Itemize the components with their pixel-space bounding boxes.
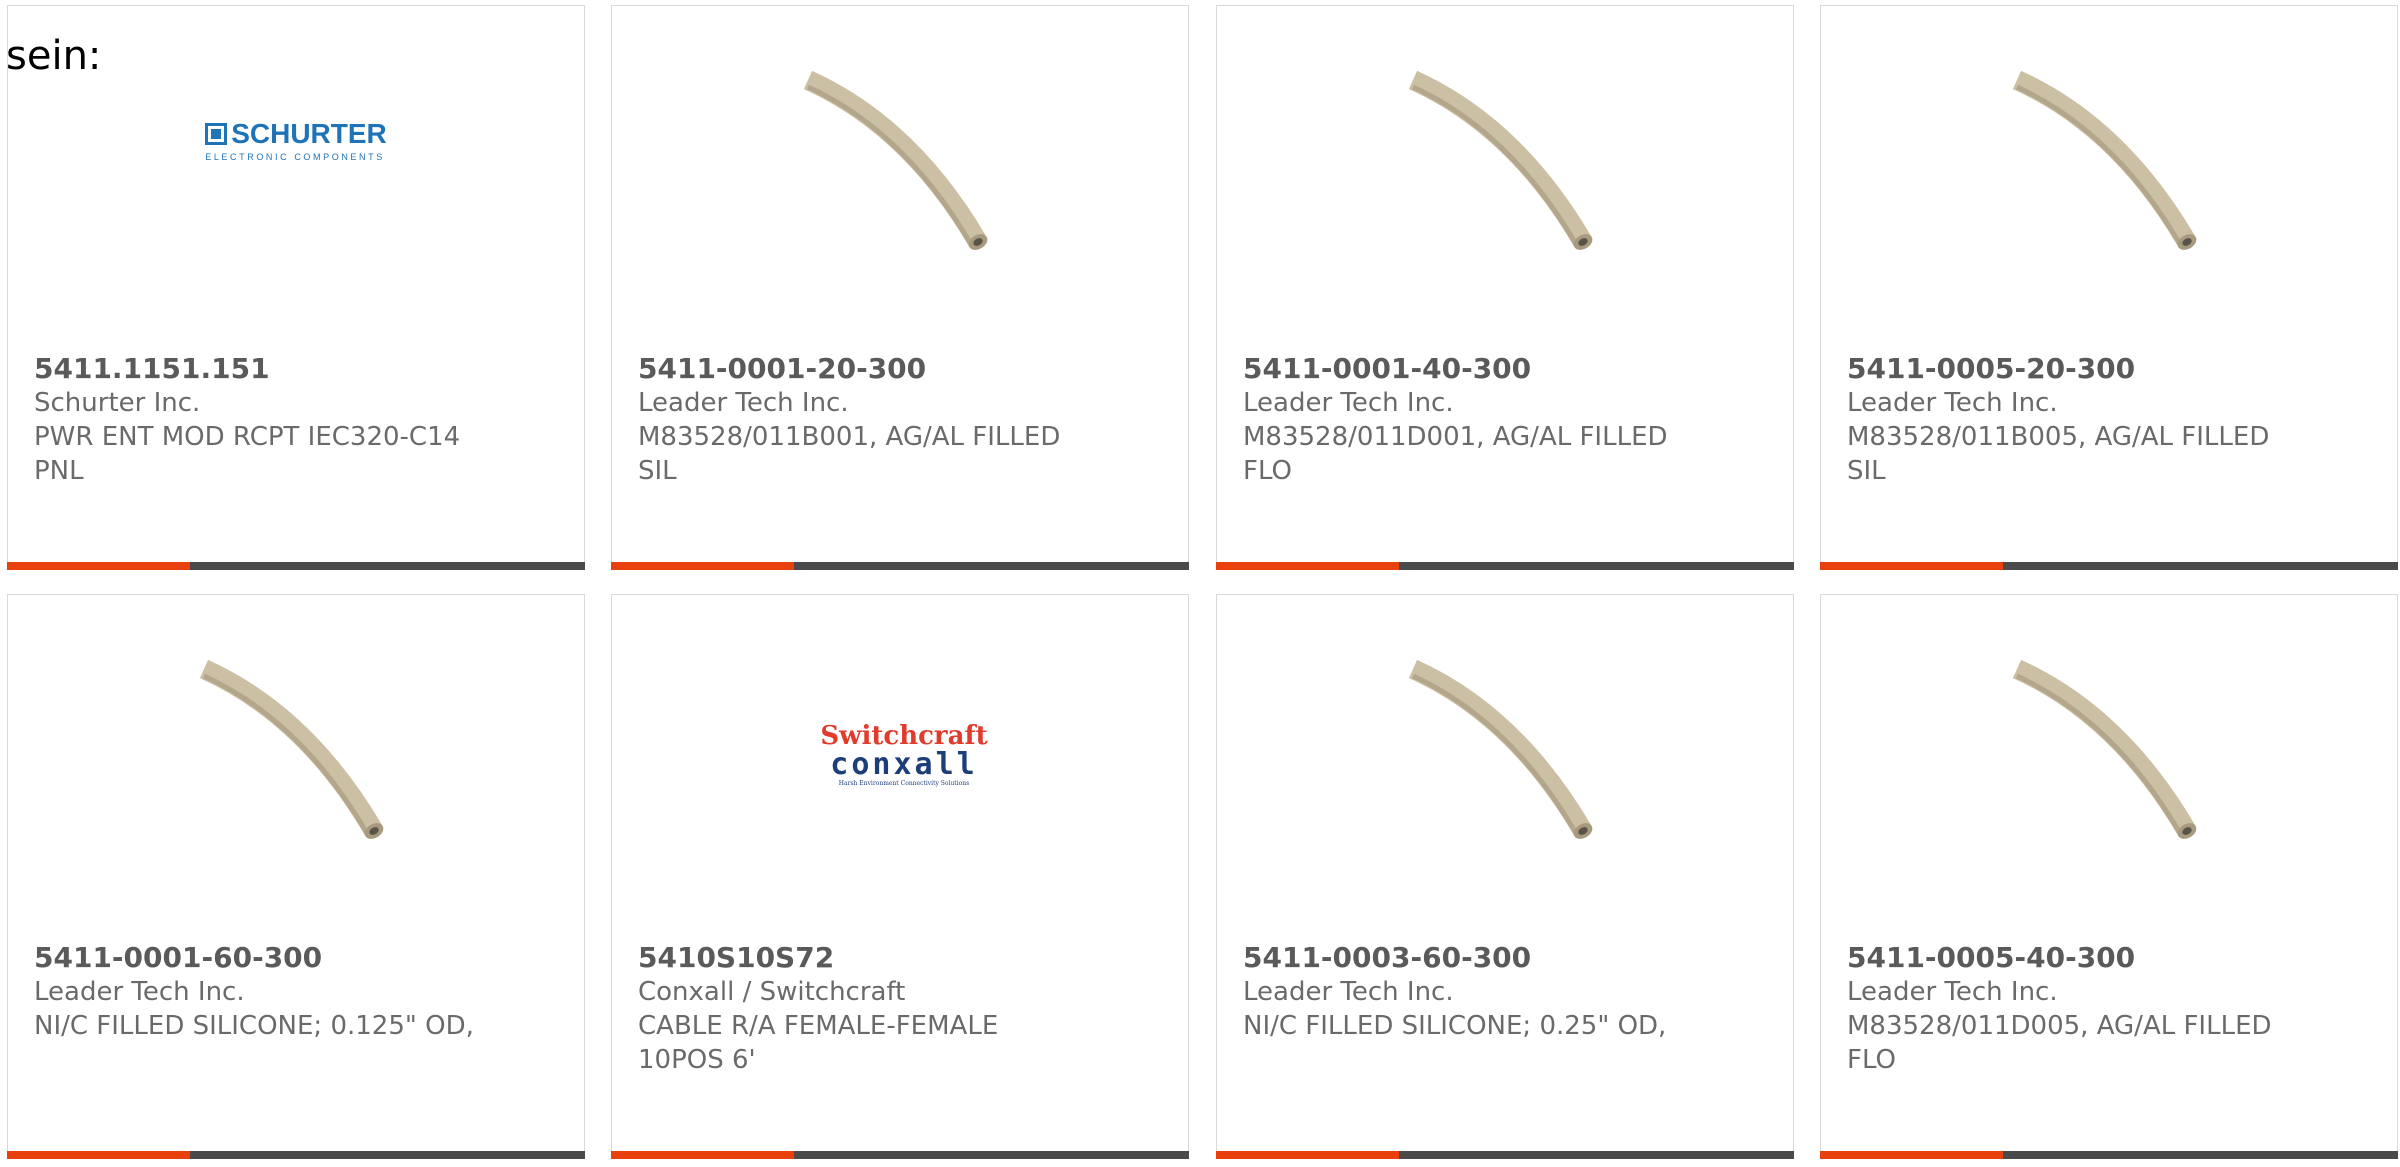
card-accent-bar <box>1216 1151 1399 1159</box>
product-info: 5410S10S72 Conxall / Switchcraft CABLE R/A… <box>638 941 1138 1077</box>
part-number[interactable]: 5411.1151.151 <box>34 352 534 386</box>
tube-icon <box>2012 659 2197 839</box>
card-bottom-bar <box>1820 1151 2398 1159</box>
product-grid-page: sein: SCHURTER ELECTRONIC COMPONENTS 5411.… <box>0 0 2400 1167</box>
product-image[interactable]: SCHURTER ELECTRONIC COMPONENTS <box>8 46 584 286</box>
tube-icon <box>2012 70 2197 250</box>
schurter-logo-text: SCHURTER <box>231 118 387 149</box>
card-bottom-bar <box>7 562 585 570</box>
intro-text: sein: <box>6 33 102 79</box>
product-image[interactable] <box>1821 635 2397 875</box>
product-info: 5411-0003-60-300 Leader Tech Inc. NI/C FIL… <box>1243 941 1743 1043</box>
product-image[interactable] <box>1217 46 1793 286</box>
product-grid: SCHURTER ELECTRONIC COMPONENTS 5411.1151.1… <box>0 0 2400 1167</box>
product-image[interactable] <box>612 46 1188 286</box>
schurter-logo: SCHURTER ELECTRONIC COMPONENTS <box>205 118 387 162</box>
product-image[interactable] <box>1821 46 2397 286</box>
product-card[interactable]: 5411-0005-20-300 Leader Tech Inc. M83528/0… <box>1820 5 2398 570</box>
card-accent-bar <box>1216 562 1399 570</box>
manufacturer-name: Schurter Inc. <box>34 388 201 418</box>
part-number[interactable]: 5411-0003-60-300 <box>1243 941 1743 975</box>
product-image[interactable]: Switchcraft conxall Harsh Environment Conn… <box>612 635 1188 875</box>
card-bottom-bar <box>611 1151 1189 1159</box>
product-card[interactable]: 5411-0005-40-300 Leader Tech Inc. M83528/0… <box>1820 594 2398 1159</box>
product-card[interactable]: 5411-0003-60-300 Leader Tech Inc. NI/C FIL… <box>1216 594 1794 1159</box>
product-image[interactable] <box>1217 635 1793 875</box>
tube-icon <box>803 70 988 250</box>
product-description: M83528/011B001, AG/AL FILLED SIL <box>638 422 1061 486</box>
tube-icon <box>1408 659 1593 839</box>
product-card[interactable]: 5411-0001-40-300 Leader Tech Inc. M83528/0… <box>1216 5 1794 570</box>
card-accent-bar <box>7 562 190 570</box>
part-number[interactable]: 5411-0001-40-300 <box>1243 352 1743 386</box>
card-bottom-bar <box>1216 562 1794 570</box>
part-number[interactable]: 5411-0005-20-300 <box>1847 352 2347 386</box>
manufacturer-name: Leader Tech Inc. <box>638 388 849 418</box>
manufacturer-name: Leader Tech Inc. <box>1243 977 1454 1007</box>
product-card[interactable]: 5411-0001-60-300 Leader Tech Inc. NI/C FIL… <box>7 594 585 1159</box>
schurter-logo-subtext: ELECTRONIC COMPONENTS <box>205 152 385 162</box>
product-description: M83528/011D005, AG/AL FILLED FLO <box>1847 1011 2272 1075</box>
manufacturer-name: Leader Tech Inc. <box>1847 388 2058 418</box>
manufacturer-name: Leader Tech Inc. <box>34 977 245 1007</box>
product-card[interactable]: Switchcraft conxall Harsh Environment Conn… <box>611 594 1189 1159</box>
tube-icon <box>199 659 384 839</box>
card-accent-bar <box>1820 562 2003 570</box>
schurter-mark-icon <box>205 123 228 145</box>
part-number[interactable]: 5411-0005-40-300 <box>1847 941 2347 975</box>
manufacturer-name: Leader Tech Inc. <box>1243 388 1454 418</box>
manufacturer-name: Conxall / Switchcraft <box>638 977 906 1007</box>
card-bottom-bar <box>611 562 1189 570</box>
card-bottom-bar <box>1820 562 2398 570</box>
product-info: 5411-0005-40-300 Leader Tech Inc. M83528/0… <box>1847 941 2347 1077</box>
product-description: NI/C FILLED SILICONE; 0.125" OD, <box>34 1011 474 1041</box>
card-accent-bar <box>611 1151 794 1159</box>
card-accent-bar <box>7 1151 190 1159</box>
switchcraft-logo: Switchcraft conxall Harsh Environment Conn… <box>820 722 987 788</box>
product-description: M83528/011D001, AG/AL FILLED FLO <box>1243 422 1668 486</box>
product-description: M83528/011B005, AG/AL FILLED SIL <box>1847 422 2270 486</box>
product-image[interactable] <box>8 635 584 875</box>
product-card[interactable]: SCHURTER ELECTRONIC COMPONENTS 5411.1151.1… <box>7 5 585 570</box>
switchcraft-logo-text: Switchcraft <box>820 721 988 751</box>
product-card[interactable]: 5411-0001-20-300 Leader Tech Inc. M83528/0… <box>611 5 1189 570</box>
part-number[interactable]: 5411-0001-20-300 <box>638 352 1138 386</box>
product-info: 5411-0001-20-300 Leader Tech Inc. M83528/0… <box>638 352 1138 488</box>
product-description: CABLE R/A FEMALE-FEMALE 10POS 6' <box>638 1011 999 1075</box>
part-number[interactable]: 5410S10S72 <box>638 941 1138 975</box>
conxall-tagline: Harsh Environment Connectivity Solutions <box>838 780 970 787</box>
manufacturer-name: Leader Tech Inc. <box>1847 977 2058 1007</box>
product-info: 5411-0005-20-300 Leader Tech Inc. M83528/0… <box>1847 352 2347 488</box>
card-bottom-bar <box>7 1151 585 1159</box>
card-accent-bar <box>1820 1151 2003 1159</box>
product-description: NI/C FILLED SILICONE; 0.25" OD, <box>1243 1011 1667 1041</box>
card-bottom-bar <box>1216 1151 1794 1159</box>
card-accent-bar <box>611 562 794 570</box>
tube-icon <box>1408 70 1593 250</box>
product-info: 5411-0001-40-300 Leader Tech Inc. M83528/0… <box>1243 352 1743 488</box>
product-info: 5411-0001-60-300 Leader Tech Inc. NI/C FIL… <box>34 941 534 1043</box>
product-info: 5411.1151.151 Schurter Inc. PWR ENT MOD RC… <box>34 352 534 488</box>
part-number[interactable]: 5411-0001-60-300 <box>34 941 534 975</box>
conxall-logo-text: conxall <box>830 747 978 782</box>
product-description: PWR ENT MOD RCPT IEC320-C14 PNL <box>34 422 461 486</box>
